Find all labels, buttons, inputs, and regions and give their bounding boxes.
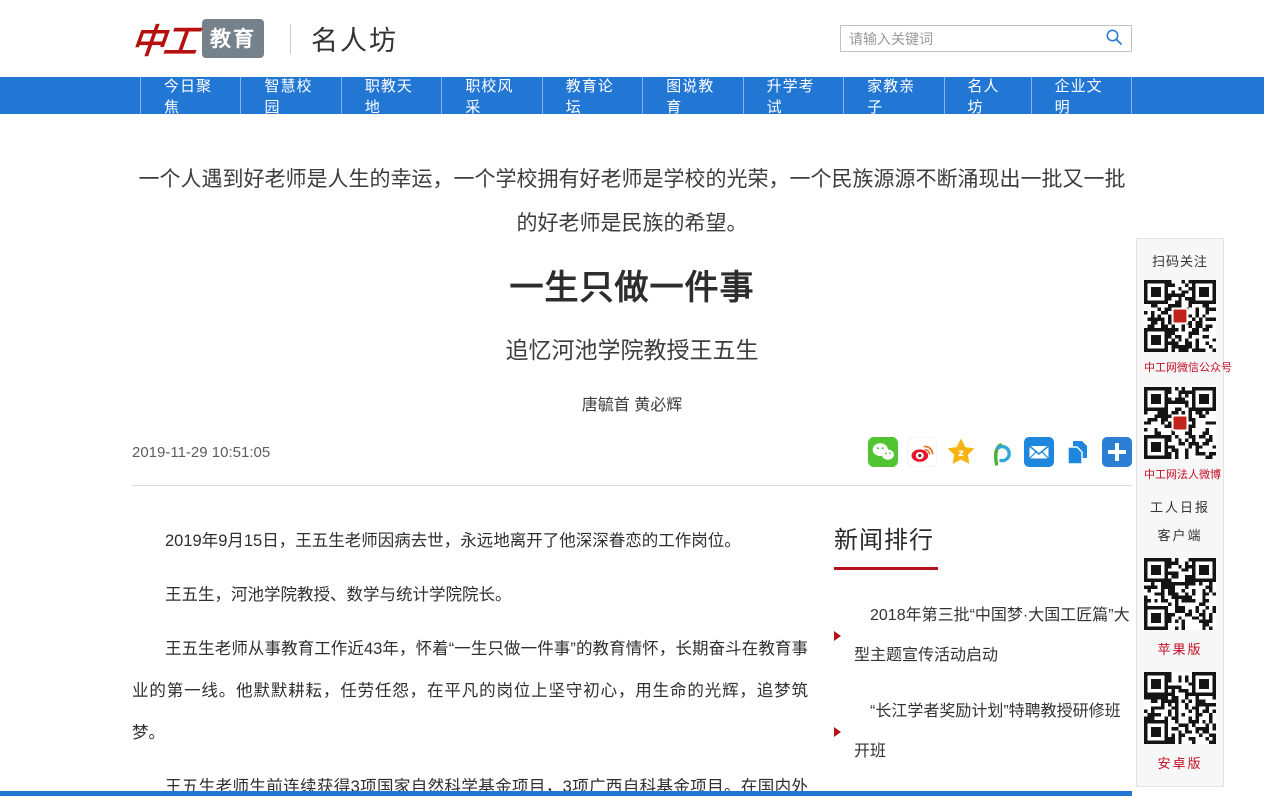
main-nav: 今日聚焦 智慧校园 职教天地 职校风采 教育论坛 图说教育 升学考试 家教亲子 … [0, 77, 1264, 114]
site-header: 中工 教育 名人坊 [0, 0, 1264, 77]
ranking-item[interactable]: “长江学者奖励计划”特聘教授研修班开班 [834, 692, 1132, 772]
app-title-line2: 客户端 [1144, 522, 1216, 550]
android-app-qr-code [1144, 672, 1216, 744]
channel-title: 名人坊 [311, 19, 398, 58]
article-intro-quote: 一个人遇到好老师是人生的幸运，一个学校拥有好老师是学校的光荣，一个民族源源不断涌… [132, 158, 1132, 246]
search-input[interactable] [841, 26, 1097, 51]
logo-education-badge: 教育 [202, 19, 264, 58]
footer-top-strip [0, 791, 1132, 796]
wechat-share-icon[interactable] [868, 437, 898, 467]
logo-divider [290, 24, 291, 54]
nav-item-education-forum[interactable]: 教育论坛 [543, 77, 643, 114]
site-logo[interactable]: 中工 教育 名人坊 [132, 14, 398, 63]
weibo-qr-caption: 中工网法人微博 [1144, 466, 1216, 482]
nav-item-vocational-world[interactable]: 职教天地 [342, 77, 442, 114]
qr-center-logo [1172, 415, 1189, 432]
article-paragraph: 王五生老师从事教育工作近43年，怀着“一生只做一件事”的教育情怀，长期奋斗在教育… [132, 628, 808, 754]
page: 中工 教育 名人坊 今日聚焦 智慧校园 职教天地 职校风采 教育论坛 图 [0, 0, 1264, 796]
article-authors: 唐毓首 黄必辉 [132, 391, 1132, 415]
article-subtitle: 追忆河池学院教授王五生 [132, 331, 1132, 365]
news-ranking-list: 2018年第三批“中国梦·大国工匠篇”大型主题宣传活动启动 “长江学者奖励计划”… [834, 596, 1132, 796]
copy-share-icon[interactable] [1063, 437, 1093, 467]
publish-date: 2019-11-29 10:51:05 [132, 444, 270, 461]
search-button[interactable] [1097, 26, 1131, 51]
ios-app-qr-code [1144, 558, 1216, 630]
ranking-item[interactable]: 2018年第三批“中国梦·大国工匠篇”大型主题宣传活动启动 [834, 596, 1132, 676]
wechat-qr-caption: 中工网微信公众号 [1144, 359, 1216, 375]
android-qr-caption: 安卓版 [1144, 753, 1216, 772]
ranking-title-underline [834, 567, 938, 570]
share-bar: z [868, 437, 1132, 467]
qr-follow-sidebar: 扫码关注 中工网微信公众号 中工网法人微博 工人日报 客户端 苹果版 安卓版 [1136, 238, 1224, 787]
search-box [840, 25, 1132, 52]
article-meta-row: 2019-11-29 10:51:05 z [132, 437, 1132, 486]
svg-text:z: z [958, 448, 964, 459]
workers-daily-app-title: 工人日报 客户端 [1144, 494, 1216, 550]
news-ranking-panel: 新闻排行 2018年第三批“中国梦·大国工匠篇”大型主题宣传活动启动 “长江学者… [834, 520, 1132, 796]
logo-zhonggong-text: 中工 [129, 14, 198, 63]
nav-item-entrance-exam[interactable]: 升学考试 [744, 77, 844, 114]
scan-follow-title: 扫码关注 [1144, 251, 1216, 270]
wechat-official-qr-code [1144, 280, 1216, 352]
nav-item-celebrity[interactable]: 名人坊 [945, 77, 1032, 114]
main-content: 一个人遇到好老师是人生的幸运，一个学校拥有好老师是学校的光荣，一个民族源源不断涌… [0, 158, 1264, 796]
more-share-icon[interactable] [1102, 437, 1132, 467]
tencent-weibo-share-icon[interactable] [985, 437, 1015, 467]
email-share-icon[interactable] [1024, 437, 1054, 467]
triangle-bullet-icon [834, 727, 846, 737]
article-paragraph: 王五生，河池学院教授、数学与统计学院院长。 [132, 574, 808, 616]
nav-item-school-style[interactable]: 职校风采 [442, 77, 542, 114]
nav-item-smart-campus[interactable]: 智慧校园 [241, 77, 341, 114]
weibo-share-icon[interactable] [907, 437, 937, 467]
triangle-bullet-icon [834, 631, 846, 641]
weibo-official-qr-code [1144, 387, 1216, 459]
app-title-line1: 工人日报 [1144, 494, 1216, 522]
magnifier-icon [1105, 28, 1123, 49]
news-ranking-title: 新闻排行 [834, 520, 1132, 567]
ios-qr-caption: 苹果版 [1144, 639, 1216, 658]
nav-item-family-education[interactable]: 家教亲子 [844, 77, 944, 114]
qr-center-logo [1172, 308, 1189, 325]
nav-item-education-pictures[interactable]: 图说教育 [643, 77, 743, 114]
article-paragraph: 2019年9月15日，王五生老师因病去世，永远地离开了他深深眷恋的工作岗位。 [132, 520, 808, 562]
article-body: 2019年9月15日，王五生老师因病去世，永远地离开了他深深眷恋的工作岗位。 王… [132, 520, 808, 796]
nav-item-enterprise-culture[interactable]: 企业文明 [1032, 77, 1132, 114]
qzone-share-icon[interactable]: z [946, 437, 976, 467]
nav-item-today-focus[interactable]: 今日聚焦 [140, 77, 241, 114]
article-title: 一生只做一件事 [132, 260, 1132, 309]
